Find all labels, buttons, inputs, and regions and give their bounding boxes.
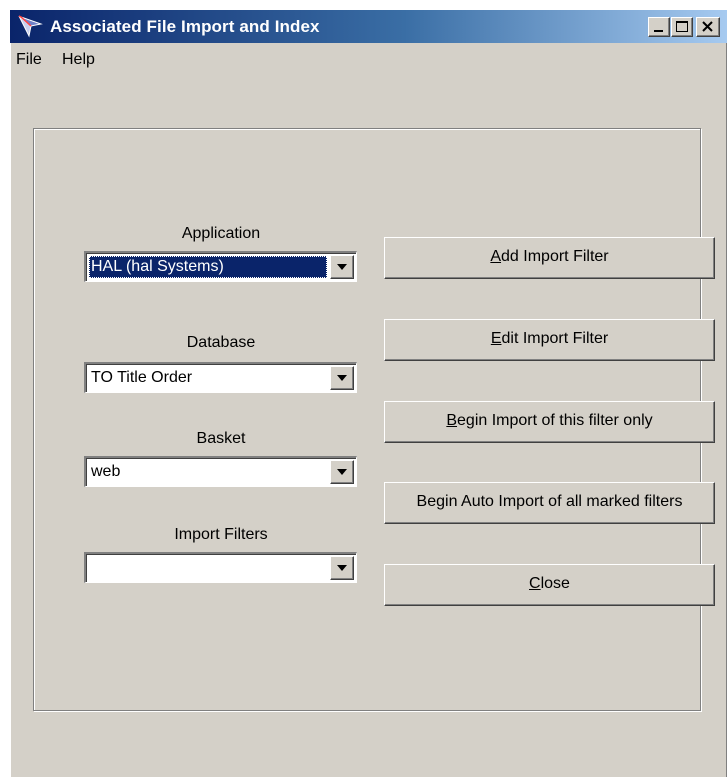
add-label: dd Import Filter — [501, 248, 609, 265]
application-select[interactable]: HAL (hal Systems) — [84, 251, 357, 282]
maximize-button[interactable] — [671, 17, 693, 37]
import-filters-label: Import Filters — [174, 526, 268, 543]
close-accelerator: C — [529, 575, 541, 592]
maximize-icon — [676, 21, 688, 32]
begin-accelerator: B — [446, 412, 458, 429]
application-value: HAL (hal Systems) — [89, 256, 327, 278]
auto-label: Begin Auto Import of all marked filters — [416, 493, 683, 510]
add-accelerator: A — [490, 248, 502, 265]
minimize-icon — [654, 30, 663, 32]
edit-label: dit Import Filter — [501, 330, 609, 347]
begin-auto-import-button[interactable]: Begin Auto Import of all marked filters — [384, 482, 715, 524]
basket-select[interactable]: web — [84, 456, 357, 487]
window-title: Associated File Import and Index — [50, 17, 320, 36]
app-icon — [18, 15, 43, 38]
database-select[interactable]: TO Title Order — [84, 362, 357, 393]
close-label: lose — [540, 575, 570, 592]
close-button[interactable]: Close — [384, 564, 715, 606]
begin-label: egin Import of this filter only — [457, 412, 653, 429]
add-import-filter-button[interactable]: Add Import Filter — [384, 237, 715, 279]
basket-label: Basket — [196, 430, 246, 447]
title-bar[interactable]: Associated File Import and Index — [10, 10, 727, 43]
minimize-button[interactable] — [648, 17, 670, 37]
import-filters-value — [89, 557, 93, 579]
application-label: Application — [181, 225, 261, 242]
main-group-box: Application HAL (hal Systems) Database T… — [33, 128, 715, 711]
menu-bar: File Help — [10, 48, 727, 72]
begin-import-button[interactable]: Begin Import of this filter only — [384, 401, 715, 443]
application-dropdown-button[interactable] — [330, 255, 354, 279]
dropdown-arrow-icon — [337, 565, 347, 571]
edit-accelerator: E — [490, 330, 502, 347]
dropdown-arrow-icon — [337, 375, 347, 381]
close-icon — [702, 21, 713, 32]
dropdown-arrow-icon — [337, 264, 347, 270]
close-window-button[interactable] — [696, 17, 720, 37]
menu-help[interactable]: Help — [62, 51, 95, 69]
import-filters-dropdown-button[interactable] — [330, 556, 354, 580]
database-label: Database — [186, 334, 256, 351]
edit-import-filter-button[interactable]: Edit Import Filter — [384, 319, 715, 361]
dropdown-arrow-icon — [337, 469, 347, 475]
menu-file[interactable]: File — [16, 51, 42, 69]
database-dropdown-button[interactable] — [330, 366, 354, 390]
database-value: TO Title Order — [91, 369, 193, 386]
import-filters-select[interactable] — [84, 552, 357, 583]
app-window: Associated File Import and Index File He… — [10, 10, 727, 777]
basket-value: web — [91, 463, 121, 480]
basket-dropdown-button[interactable] — [330, 460, 354, 484]
